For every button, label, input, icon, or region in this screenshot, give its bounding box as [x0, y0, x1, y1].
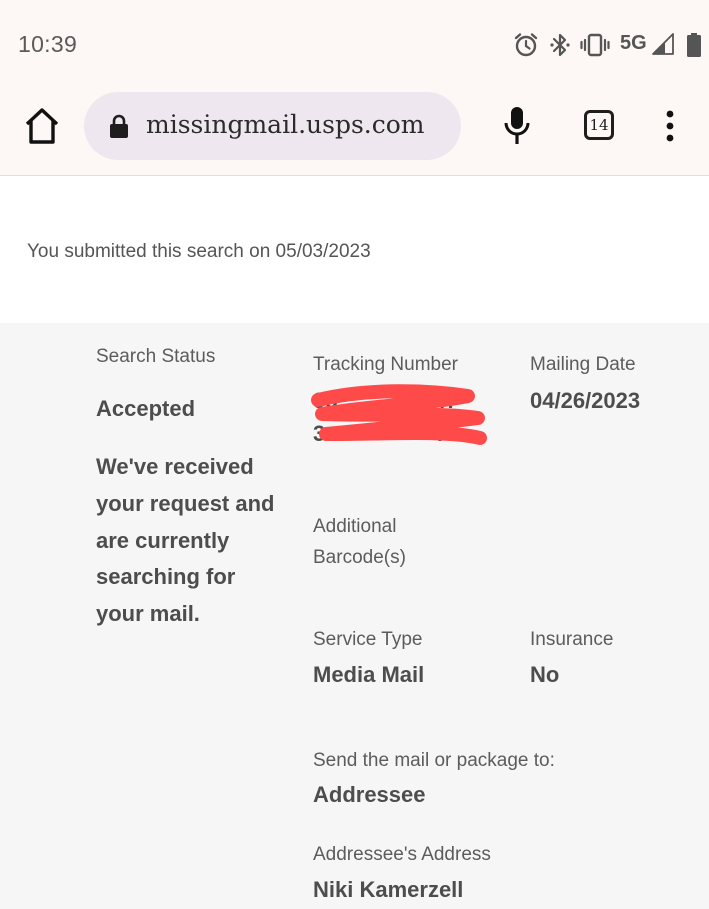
submitted-date-text: You submitted this search on 05/03/2023 [27, 241, 371, 262]
vibrate-icon [580, 33, 610, 57]
search-status-value: Accepted [96, 396, 196, 421]
signal-icon [652, 33, 674, 55]
addressee-address-label: Addressee's Address [313, 844, 491, 865]
url-text[interactable]: missingmail.usps.com [146, 110, 424, 139]
home-icon[interactable] [24, 107, 60, 145]
lock-icon[interactable] [109, 114, 129, 138]
service-type-label: Service Type [313, 629, 423, 650]
alarm-icon [514, 33, 538, 57]
addressee-address-value: Niki Kamerzell [313, 877, 464, 902]
browser-chrome: 10:39 5G missingmail.usps.com 14 [0, 0, 709, 176]
search-status-message: We've received your request and are curr… [96, 454, 275, 627]
mic-icon[interactable] [503, 106, 531, 146]
url-bar[interactable]: missingmail.usps.com [84, 92, 461, 160]
mailing-date-label: Mailing Date [530, 354, 636, 375]
menu-icon[interactable] [662, 110, 678, 142]
send-to-value: Addressee [313, 782, 426, 807]
battery-icon [687, 33, 701, 57]
tab-switcher-button[interactable]: 14 [584, 110, 614, 140]
chrome-divider [0, 175, 709, 176]
status-time: 10:39 [18, 31, 78, 57]
bluetooth-icon [550, 33, 570, 57]
redaction-scribble [311, 384, 487, 445]
insurance-label: Insurance [530, 629, 614, 650]
tracking-number-label: Tracking Number [313, 354, 459, 375]
network-label: 5G [620, 32, 647, 54]
insurance-value: No [530, 662, 560, 687]
service-type-value: Media Mail [313, 662, 425, 687]
additional-barcodes-label: Additional Barcode(s) [313, 516, 406, 568]
send-to-label: Send the mail or package to: [313, 750, 555, 771]
mailing-date-value: 04/26/2023 [530, 388, 641, 413]
search-status-label: Search Status [96, 346, 216, 367]
